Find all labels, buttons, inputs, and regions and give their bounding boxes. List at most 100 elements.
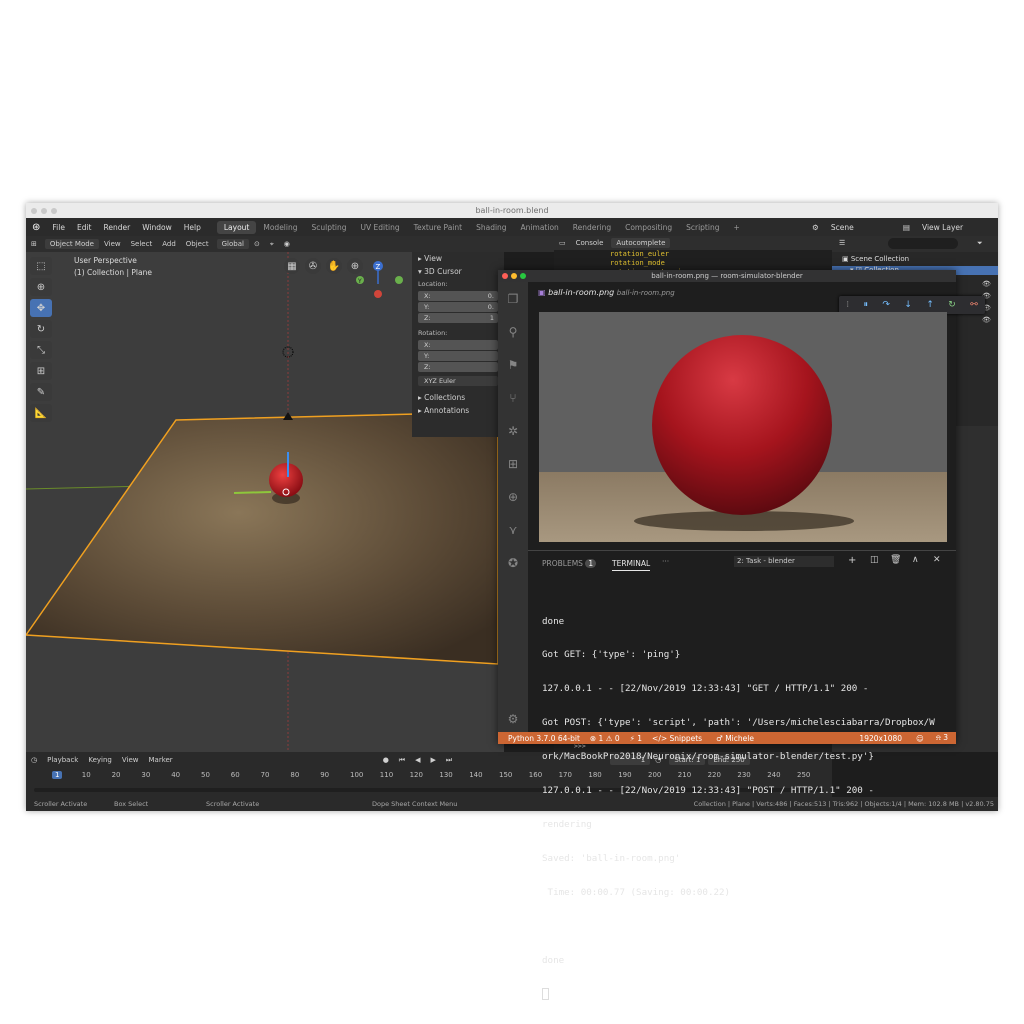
play-reverse-icon[interactable]: ◀ [410,756,425,764]
cursor-rotation-y[interactable]: Y: [418,351,498,361]
add-menu[interactable]: Add [157,240,181,248]
more-tabs-button[interactable]: ··· [662,557,669,566]
tab-shading[interactable]: Shading [469,221,513,234]
toggle-camera-view-icon[interactable]: ▦ [284,258,300,274]
object-menu[interactable]: Object [181,240,214,248]
rotate-icon[interactable]: ↻ [30,320,52,338]
trash-icon[interactable]: 🗑 [890,555,901,565]
add-workspace-button[interactable]: + [726,221,746,234]
terminal-selector[interactable]: 2: Task - blender [734,556,834,567]
camera-icon[interactable]: ✇ [305,258,321,274]
cursor-location-x[interactable]: X: 0. [418,291,498,301]
cursor-panel-header[interactable]: ▾ 3D Cursor [412,265,504,278]
eye-icon[interactable]: 👁 [982,314,991,326]
feedback-smile-icon[interactable]: ☺ [916,734,924,743]
tab-texture-paint[interactable]: Texture Paint [407,221,469,234]
user-status[interactable]: ♂ Michele [716,734,754,743]
explorer-icon[interactable]: ❐ [498,282,528,315]
split-terminal-icon[interactable]: ◫ [870,555,879,565]
editor-type-icon[interactable]: ⊞ [26,240,42,248]
tab-layout[interactable]: Layout [216,220,257,234]
step-into-icon[interactable]: ↓ [904,300,912,310]
menu-edit[interactable]: Edit [71,223,98,232]
eye-icon[interactable]: 👁 [982,278,991,290]
measure-icon[interactable]: 📐 [30,404,52,422]
collections-panel-header[interactable]: ▸ Collections [412,391,504,404]
scale-icon[interactable]: ⤡ [30,341,52,359]
playback-menu[interactable]: Playback [42,756,83,764]
git-status[interactable]: ⚡ 1 [630,734,642,743]
autocomplete-button[interactable]: Autocomplete [611,238,671,248]
pivot-icon[interactable]: ⊙ [249,240,265,248]
proportional-edit-icon[interactable]: ◉ [279,240,295,248]
menu-window[interactable]: Window [136,223,178,232]
jump-end-icon[interactable]: ⏭ [441,756,457,765]
close-window-button[interactable] [31,208,37,214]
editor-tab[interactable]: ▣ ball-in-room.png ball-in-room.png [538,288,675,302]
minimize-window-button[interactable] [511,273,517,279]
tab-modeling[interactable]: Modeling [256,221,304,234]
blender-extension-icon[interactable]: ⋎ [498,513,528,546]
select-menu[interactable]: Select [126,240,158,248]
settings-gear-icon[interactable]: ⚙ [498,702,528,735]
restart-icon[interactable]: ↻ [948,300,956,310]
console-editor-icon[interactable]: ▭ [554,239,571,247]
source-control-icon[interactable]: ⑂ [498,381,528,414]
move-icon[interactable]: ✥ [30,299,52,317]
pause-icon[interactable]: ⏸ [863,300,868,310]
remote-icon[interactable]: ✪ [498,546,528,579]
cursor-rotation-z[interactable]: Z: [418,362,498,372]
transform-icon[interactable]: ⊞ [30,362,52,380]
tab-uv-editing[interactable]: UV Editing [354,221,407,234]
menu-render[interactable]: Render [97,223,136,232]
scene-collection-row[interactable]: ▣ Scene Collection [842,255,909,263]
record-icon[interactable]: ● [378,756,394,764]
tab-sculpting[interactable]: Sculpting [305,221,354,234]
drag-handle-icon[interactable]: ⁞ [846,300,849,310]
extensions-icon[interactable]: ⊞ [498,447,528,480]
cursor-location-y[interactable]: Y: 0. [418,302,498,312]
view-menu[interactable]: View [99,240,126,248]
tab-rendering[interactable]: Rendering [566,221,618,234]
snap-icon[interactable]: ⌖ [265,240,279,249]
menu-file[interactable]: File [46,223,71,232]
terminal-tab[interactable]: TERMINAL [612,559,651,571]
blender-logo-icon[interactable]: ⊛ [26,222,46,233]
zoom-window-button[interactable] [51,208,57,214]
bookmark-icon[interactable]: ⚑ [498,348,528,381]
cursor-icon[interactable]: ⊕ [30,278,52,296]
disconnect-icon[interactable]: ⚯ [970,300,978,310]
filter-icon[interactable]: ⏷ [972,239,988,248]
problems-status[interactable]: ⊗ 1 ⚠ 0 [590,734,620,743]
outliner-search-input[interactable] [888,238,958,249]
transform-orientation-selector[interactable]: Global [216,239,249,249]
new-terminal-icon[interactable]: + [848,555,856,566]
tab-compositing[interactable]: Compositing [618,221,679,234]
annotate-icon[interactable]: ✎ [30,383,52,401]
terminal-output[interactable]: done Got GET: {'type': 'ping'} 127.0.0.1… [542,593,952,1023]
keying-menu[interactable]: Keying [83,756,117,764]
pan-hand-icon[interactable]: ✋ [326,258,342,274]
close-panel-icon[interactable]: ✕ [933,555,941,565]
timeline-view-menu[interactable]: View [117,756,144,764]
zoom-icon[interactable]: ⊕ [498,480,528,513]
select-box-icon[interactable]: ⬚ [30,257,52,275]
timeline-editor-icon[interactable]: ◷ [26,756,42,764]
view-panel-header[interactable]: ▸ View [412,252,504,265]
view-layer-selector[interactable]: View Layer [916,223,998,232]
notifications-bell-icon[interactable]: ⍾ 3 [936,733,948,743]
tab-scripting[interactable]: Scripting [679,221,726,234]
search-icon[interactable]: ⚲ [498,315,528,348]
close-window-button[interactable] [502,273,508,279]
tab-animation[interactable]: Animation [514,221,566,234]
maximize-panel-icon[interactable]: ∧ [912,555,919,565]
cursor-rotation-x[interactable]: X: [418,340,498,350]
cursor-location-z[interactable]: Z: 1 [418,313,498,323]
minimize-window-button[interactable] [41,208,47,214]
axis-navigation-gizmo[interactable]: Z Y [356,256,404,304]
annotations-panel-header[interactable]: ▸ Annotations [412,404,504,417]
problems-tab[interactable]: PROBLEMS 1 [542,559,597,568]
zoom-window-button[interactable] [520,273,526,279]
outliner-editor-icon[interactable]: ☰ [834,239,850,247]
snippets-button[interactable]: </> Snippets [652,734,702,743]
